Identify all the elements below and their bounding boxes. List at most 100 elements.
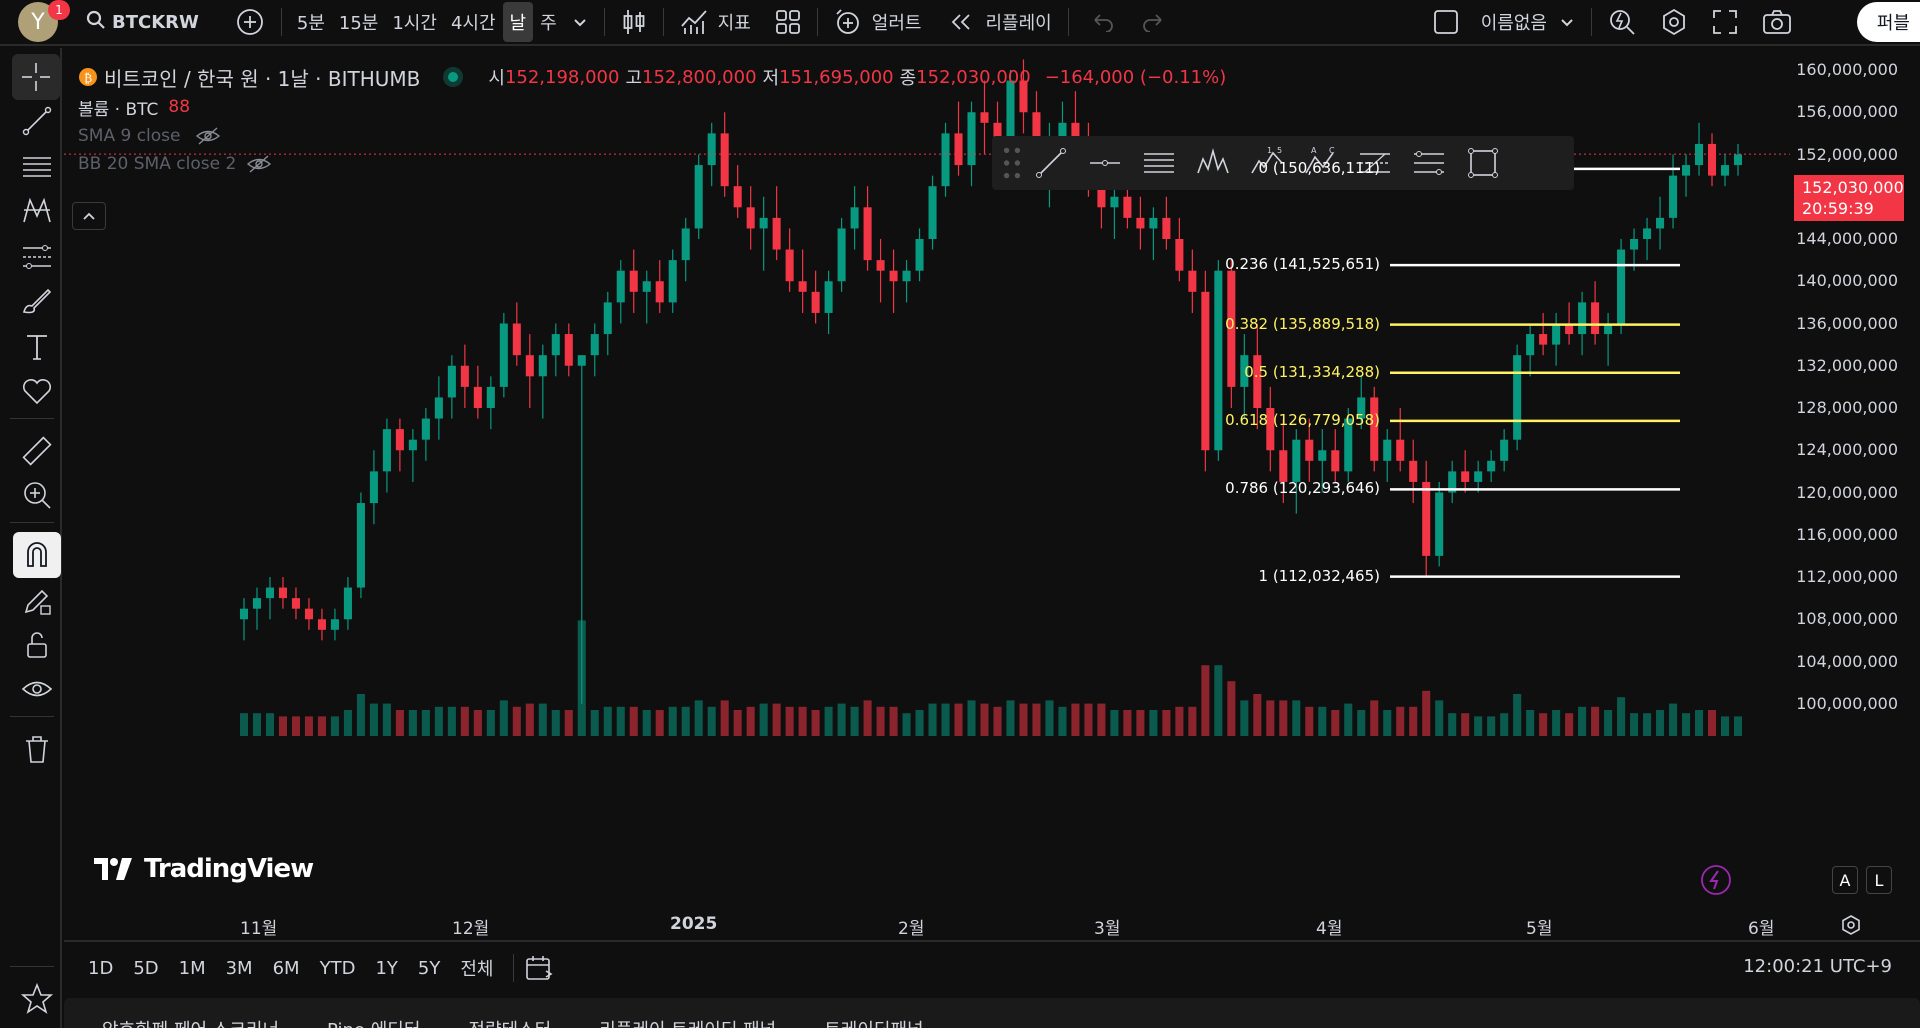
- tab-crypto-screener[interactable]: 암호화폐 페어 스크리너: [102, 998, 279, 1028]
- candle-body: [1279, 450, 1288, 482]
- crosshair-tool[interactable]: [12, 54, 60, 100]
- auto-scale-button[interactable]: A: [1832, 866, 1858, 894]
- volume-bar: [525, 703, 534, 736]
- open-value: 152,198,000: [504, 66, 620, 88]
- templates-button[interactable]: [767, 0, 809, 45]
- volume-bar: [1707, 710, 1717, 736]
- range-1y[interactable]: 1Y: [365, 958, 407, 979]
- timeframe-5m[interactable]: 5분: [290, 2, 332, 42]
- timeframe-1w[interactable]: 주: [533, 2, 564, 42]
- calendar-range-icon[interactable]: [524, 954, 554, 982]
- draw-fib-button[interactable]: [1132, 138, 1186, 188]
- brush-tool[interactable]: [13, 278, 61, 324]
- fib-level-label: 0.5 (131,334,288): [1244, 362, 1380, 381]
- alert-button[interactable]: 얼러트: [826, 0, 930, 45]
- candle-body: [811, 291, 820, 313]
- remove-drawings-tool[interactable]: [13, 726, 61, 772]
- time-axis[interactable]: 11월 12월 2025 2월 3월 4월 5월 6월: [64, 908, 1920, 940]
- redo-button[interactable]: [1133, 0, 1173, 45]
- symbol-search[interactable]: BTCKRW: [78, 0, 207, 45]
- timeframe-15m[interactable]: 15분: [332, 2, 385, 42]
- chart-type-button[interactable]: [613, 0, 655, 45]
- fib-retracement[interactable]: [1390, 167, 1680, 578]
- range-6m[interactable]: 6M: [263, 958, 310, 979]
- undo-button[interactable]: [1083, 0, 1123, 45]
- candle-body: [850, 207, 859, 229]
- volume-bar: [1720, 716, 1730, 736]
- draw-rectangle-button[interactable]: [1456, 138, 1510, 188]
- range-5d[interactable]: 5D: [123, 958, 168, 979]
- hide-drawings-tool[interactable]: [13, 666, 61, 712]
- tab-replay-trading[interactable]: 리플레이 트레이딩 패널: [599, 998, 776, 1028]
- range-5y[interactable]: 5Y: [408, 958, 450, 979]
- top-toolbar: Y 1 BTCKRW 5분 15분 1시간 4시간 날 주 지표 얼러트 리플레…: [0, 0, 1920, 46]
- range-1d[interactable]: 1D: [78, 958, 123, 979]
- volume-bar: [1357, 710, 1366, 736]
- range-1m[interactable]: 1M: [169, 958, 216, 979]
- range-ytd[interactable]: YTD: [310, 958, 366, 979]
- symbol-title[interactable]: 비트코인 / 한국 원 · 1날 · BITHUMB: [104, 63, 420, 92]
- candle-body: [525, 355, 534, 377]
- layout-button[interactable]: 이름없음: [1425, 0, 1583, 45]
- publish-button[interactable]: 퍼블: [1856, 2, 1920, 42]
- text-tool[interactable]: [13, 324, 61, 370]
- volume-legend-row[interactable]: 볼륨 · BTC 88: [78, 92, 1226, 122]
- timeframe-dropdown[interactable]: [564, 0, 596, 45]
- icon-tool[interactable]: [13, 368, 61, 414]
- screenshot-button[interactable]: [1754, 0, 1800, 45]
- watchlist-star-button[interactable]: [13, 976, 61, 1022]
- lock-drawings-tool[interactable]: [13, 578, 61, 624]
- volume-bar: [1292, 700, 1301, 736]
- range-all[interactable]: 전체: [450, 955, 503, 981]
- candle-body: [512, 323, 521, 356]
- draw-horizontal-ray-button[interactable]: [1078, 138, 1132, 188]
- compare-symbol-button[interactable]: [227, 0, 273, 45]
- forecast-tool[interactable]: [13, 234, 61, 280]
- volume-bar: [1487, 716, 1496, 736]
- candle-body: [499, 323, 508, 387]
- text-icon: [27, 335, 47, 360]
- lock-all-tool[interactable]: [13, 622, 61, 668]
- time-label: 2025: [670, 914, 718, 934]
- chart-pane[interactable]: ₿ 비트코인 / 한국 원 · 1날 · BITHUMB 시 152,198,00…: [64, 48, 1920, 940]
- indicators-button[interactable]: 지표: [672, 0, 759, 45]
- fullscreen-button[interactable]: [1704, 0, 1746, 45]
- drag-handle[interactable]: [1000, 138, 1024, 188]
- eye-off-icon[interactable]: [246, 154, 272, 174]
- quick-search-button[interactable]: [1600, 0, 1644, 45]
- undo-icon: [1094, 14, 1113, 32]
- volume-bar: [902, 713, 911, 736]
- zoom-in-icon: [24, 482, 51, 509]
- eye-off-icon[interactable]: [195, 126, 221, 146]
- tab-pine-editor[interactable]: Pine 에디터: [327, 998, 420, 1028]
- volume-bar: [993, 706, 1002, 736]
- trendline-tool[interactable]: [13, 98, 61, 144]
- draw-trendline-button[interactable]: [1024, 138, 1078, 188]
- draw-fib-ext-button[interactable]: [1402, 138, 1456, 188]
- legend-collapse-button[interactable]: [72, 202, 106, 230]
- tab-strategy-tester[interactable]: 전략테스터: [468, 998, 551, 1028]
- settings-button[interactable]: [1652, 0, 1696, 45]
- star-icon: [20, 982, 54, 1014]
- settings-gear-icon[interactable]: [1840, 914, 1862, 936]
- timeframe-4h[interactable]: 4시간: [444, 2, 503, 42]
- volume-bar: [564, 710, 573, 736]
- log-scale-button[interactable]: L: [1866, 866, 1892, 894]
- zoom-tool[interactable]: [13, 472, 61, 518]
- magnet-tool[interactable]: [13, 532, 61, 578]
- timeframe-1h[interactable]: 1시간: [385, 2, 444, 42]
- tab-trading-panel[interactable]: 트레이딩패널: [824, 998, 923, 1028]
- volume-bar: [720, 700, 729, 736]
- timeframe-1d[interactable]: 날: [502, 2, 534, 42]
- fib-tool[interactable]: [13, 144, 61, 190]
- pattern-tool[interactable]: [13, 188, 61, 234]
- volume-bar: [967, 700, 976, 736]
- rectangle-icon: [1468, 148, 1498, 178]
- clock-timezone[interactable]: 12:00:21 UTC+9: [1743, 956, 1892, 977]
- replay-button[interactable]: 리플레이: [941, 0, 1059, 45]
- measure-tool[interactable]: [13, 428, 61, 474]
- volume-bars: [239, 620, 1743, 736]
- lightning-icon[interactable]: [1700, 864, 1732, 896]
- range-3m[interactable]: 3M: [216, 958, 263, 979]
- volume-bar: [1058, 706, 1067, 736]
